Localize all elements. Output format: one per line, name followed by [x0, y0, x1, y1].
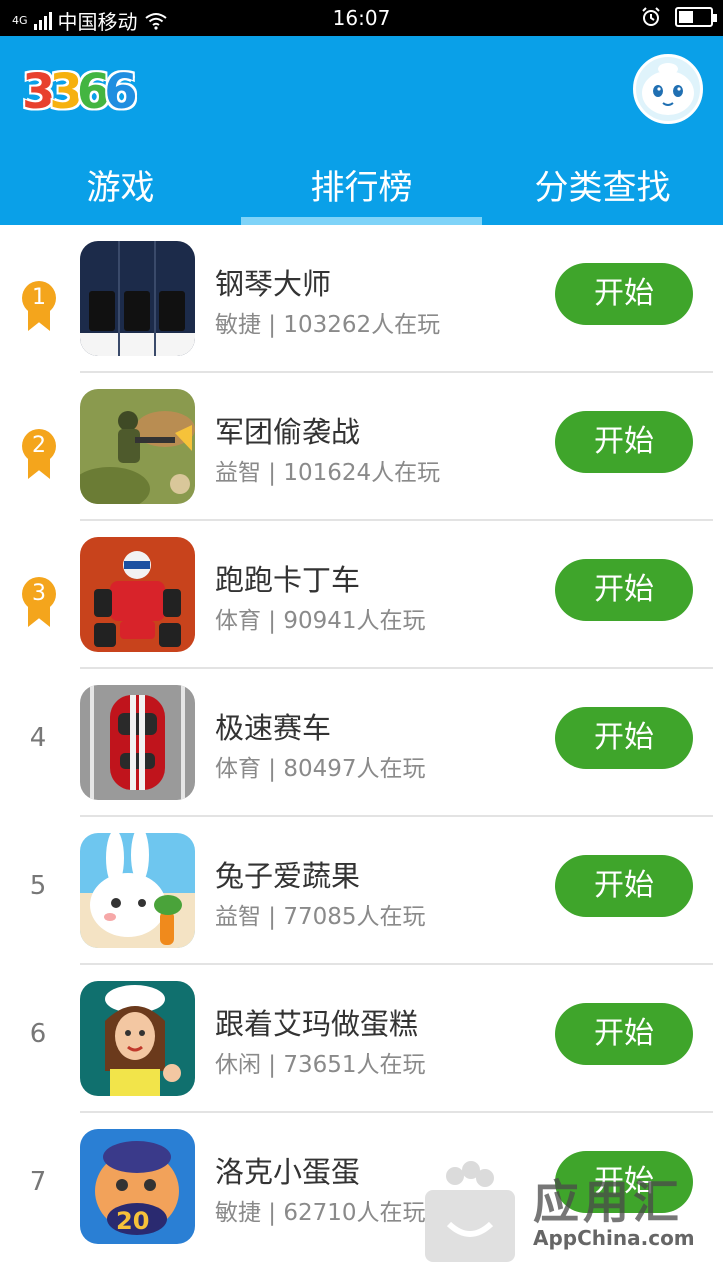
start-button[interactable]: 开始: [555, 263, 693, 325]
mascot-icon: [642, 63, 694, 115]
game-meta: 益智 | 101624人在玩: [215, 460, 441, 486]
game-name: 洛克小蛋蛋: [215, 1155, 361, 1189]
game-players: 80497人在玩: [283, 756, 426, 782]
game-name: 跑跑卡丁车: [215, 563, 361, 597]
kart-game-icon[interactable]: [80, 537, 195, 652]
rank-number: 6: [29, 1019, 47, 1049]
rank-medal-icon: 1: [22, 281, 56, 331]
app-header: 3366 游戏 排行榜 分类查找: [0, 36, 723, 225]
tab-ranking-label: 排行榜: [310, 168, 413, 208]
piano-game-icon[interactable]: [80, 241, 195, 356]
tab-ranking[interactable]: 排行榜: [241, 156, 482, 225]
watermark-subtitle: AppChina.com: [533, 1226, 695, 1250]
shopping-bag-icon: [425, 1161, 515, 1262]
logo-digit: 3: [49, 64, 82, 120]
svg-text:20: 20: [116, 1207, 149, 1235]
user-avatar[interactable]: [633, 54, 703, 124]
game-name: 兔子爱蔬果: [215, 859, 361, 893]
tab-games-label: 游戏: [86, 168, 155, 208]
tab-category-search[interactable]: 分类查找: [482, 156, 723, 225]
list-item[interactable]: 1 钢琴大师 敏捷 | 103262人在玩 开始: [0, 225, 723, 373]
watermark-title: 应用汇: [533, 1175, 683, 1229]
game-category: 益智: [215, 460, 261, 486]
game-meta: 体育 | 90941人在玩: [215, 608, 426, 634]
game-players: 90941人在玩: [283, 608, 426, 634]
game-category: 体育: [215, 608, 261, 634]
alarm-icon: [642, 7, 660, 26]
battery-level: [679, 11, 693, 23]
game-meta: 敏捷 | 103262人在玩: [215, 312, 441, 338]
status-right: [641, 7, 717, 27]
tab-category-label: 分类查找: [534, 168, 671, 208]
rank-number: 5: [29, 871, 47, 901]
logo-digit: 6: [104, 64, 137, 120]
rank-medal-icon: 3: [22, 577, 56, 627]
rank-number: 7: [29, 1167, 47, 1197]
game-name: 极速赛车: [215, 711, 332, 745]
game-meta: 体育 | 80497人在玩: [215, 756, 426, 782]
game-meta: 益智 | 77085人在玩: [215, 904, 426, 930]
list-item[interactable]: 2 军团偷袭战 益智 | 101624人在玩 开始: [0, 373, 723, 521]
appchina-watermark: 应用汇 AppChina.com: [415, 1154, 715, 1264]
status-bar: 4G 中国移动 16:07: [0, 0, 723, 36]
clock: 16:07: [332, 6, 391, 30]
start-button[interactable]: 开始: [555, 559, 693, 621]
game-category: 敏捷: [215, 312, 261, 338]
game-meta: 敏捷 | 62710人在玩: [215, 1200, 426, 1226]
list-item[interactable]: 6 跟着艾玛做蛋糕 休闲 | 73651人在玩 开始: [0, 965, 723, 1113]
game-category: 休闲: [215, 1052, 261, 1078]
game-name: 跟着艾玛做蛋糕: [215, 1007, 419, 1041]
game-category: 体育: [215, 756, 261, 782]
soldier-game-icon[interactable]: [80, 389, 195, 504]
game-category: 益智: [215, 904, 261, 930]
logo-digit: 3: [22, 64, 55, 120]
game-meta: 休闲 | 73651人在玩: [215, 1052, 426, 1078]
start-button[interactable]: 开始: [555, 855, 693, 917]
game-name: 钢琴大师: [215, 267, 332, 301]
game-category: 敏捷: [215, 1200, 261, 1226]
list-item[interactable]: 3 跑跑卡丁车 体育 | 90941人在玩 开始: [0, 521, 723, 669]
logo-digit: 6: [76, 64, 110, 120]
start-button[interactable]: 开始: [555, 411, 693, 473]
app-logo[interactable]: 3366: [22, 64, 138, 120]
rabbit-game-icon[interactable]: [80, 833, 195, 948]
rock-egg-game-icon[interactable]: 20: [80, 1129, 195, 1244]
rank-medal-icon: 2: [22, 429, 56, 479]
game-players: 73651人在玩: [283, 1052, 426, 1078]
race-car-game-icon[interactable]: [80, 685, 195, 800]
start-button[interactable]: 开始: [555, 707, 693, 769]
list-item[interactable]: 5 兔子爱蔬果 益智 | 77085人在玩 开始: [0, 817, 723, 965]
rank-number: 4: [29, 723, 47, 753]
game-players: 101624人在玩: [283, 460, 441, 486]
tab-games[interactable]: 游戏: [0, 156, 241, 225]
start-button[interactable]: 开始: [555, 1003, 693, 1065]
list-item[interactable]: 4 极速赛车 体育 | 80497人在玩 开始: [0, 669, 723, 817]
cake-game-icon[interactable]: [80, 981, 195, 1096]
game-name: 军团偷袭战: [215, 415, 361, 449]
battery-icon: [675, 7, 717, 27]
tab-bar: 游戏 排行榜 分类查找: [0, 156, 723, 225]
game-players: 77085人在玩: [283, 904, 426, 930]
game-players: 62710人在玩: [283, 1200, 426, 1226]
game-players: 103262人在玩: [283, 312, 441, 338]
